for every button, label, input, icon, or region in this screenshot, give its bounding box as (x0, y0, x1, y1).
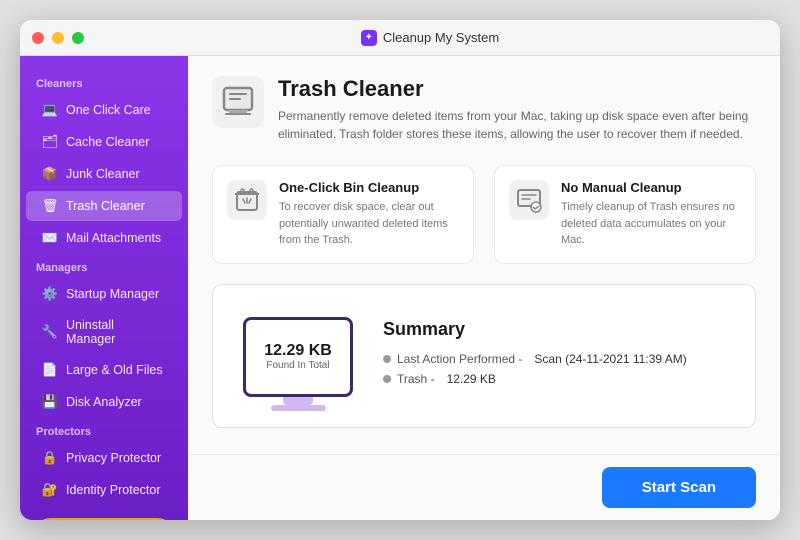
app-icon: ✦ (361, 30, 377, 46)
monitor-visual: 12.29 KB Found In Total (233, 301, 363, 411)
sidebar-item-identity-protector[interactable]: 🔐 Identity Protector (26, 475, 182, 505)
sidebar-item-uninstall-manager[interactable]: 🔧 Uninstall Manager (26, 311, 182, 353)
minimize-button[interactable] (52, 32, 64, 44)
sidebar: Cleaners 💻 One Click Care 🗂 Cache Cleane… (20, 56, 188, 520)
disk-analyzer-icon: 💾 (42, 394, 58, 410)
monitor-stand (283, 397, 313, 405)
summary-row-action: Last Action Performed - Scan (24-11-2021… (383, 352, 735, 366)
page-header-text: Trash Cleaner Permanently remove deleted… (278, 76, 756, 143)
feature1-desc: To recover disk space, clear out potenti… (279, 199, 459, 249)
sidebar-item-startup-manager[interactable]: ⚙️ Startup Manager (26, 279, 182, 309)
summary-info: Summary Last Action Performed - Scan (24… (383, 319, 735, 392)
feature-card-no-manual: No Manual Cleanup Timely cleanup of Tras… (494, 165, 756, 264)
sidebar-item-uninstall-manager-label: Uninstall Manager (66, 318, 166, 346)
sidebar-item-junk-cleaner[interactable]: 📦 Junk Cleaner (26, 159, 182, 189)
page-title: Trash Cleaner (278, 76, 756, 102)
sidebar-item-identity-protector-label: Identity Protector (66, 483, 161, 497)
maximize-button[interactable] (72, 32, 84, 44)
sidebar-item-trash-cleaner-label: Trash Cleaner (66, 199, 145, 213)
titlebar-title-container: ✦ Cleanup My System (92, 30, 768, 46)
sidebar-item-startup-manager-label: Startup Manager (66, 287, 159, 301)
cleaners-section-label: Cleaners (20, 70, 188, 94)
last-action-label: Last Action Performed - (383, 352, 522, 366)
sidebar-item-large-old-files-label: Large & Old Files (66, 363, 163, 377)
protectors-section-label: Protectors (20, 418, 188, 442)
monitor-screen: 12.29 KB Found In Total (243, 317, 353, 397)
start-scan-button[interactable]: Start Scan (602, 467, 756, 508)
unlock-full-version-button[interactable]: Unlock Full Version (34, 518, 174, 520)
close-button[interactable] (32, 32, 44, 44)
sidebar-item-mail-attachments[interactable]: ✉️ Mail Attachments (26, 223, 182, 253)
summary-row-trash: Trash - 12.29 KB (383, 372, 735, 386)
sidebar-item-cache-cleaner-label: Cache Cleaner (66, 135, 149, 149)
main-area: Trash Cleaner Permanently remove deleted… (188, 56, 780, 520)
startup-manager-icon: ⚙️ (42, 286, 58, 302)
trash-label: Trash - (383, 372, 435, 386)
feature-text-no-manual: No Manual Cleanup Timely cleanup of Tras… (561, 180, 741, 249)
privacy-protector-icon: 🔒 (42, 450, 58, 466)
found-label: Found In Total (266, 360, 329, 371)
main-footer: Start Scan (188, 454, 780, 520)
sidebar-item-privacy-protector-label: Privacy Protector (66, 451, 161, 465)
sidebar-item-cache-cleaner[interactable]: 🗂 Cache Cleaner (26, 127, 182, 157)
scan-info: Scan (24-11-2021 11:39 AM) (534, 352, 686, 366)
features-row: One-Click Bin Cleanup To recover disk sp… (212, 165, 756, 264)
titlebar: ✦ Cleanup My System (20, 20, 780, 56)
sidebar-item-disk-analyzer-label: Disk Analyzer (66, 395, 142, 409)
feature-card-one-click: One-Click Bin Cleanup To recover disk sp… (212, 165, 474, 264)
summary-title: Summary (383, 319, 735, 340)
sidebar-item-one-click-care-label: One Click Care (66, 103, 151, 117)
one-click-care-icon: 💻 (42, 102, 58, 118)
managers-section-label: Managers (20, 254, 188, 278)
titlebar-title-text: Cleanup My System (383, 30, 499, 45)
main-content: Trash Cleaner Permanently remove deleted… (188, 56, 780, 454)
trash-cleaner-icon: 🗑 (42, 198, 58, 214)
sidebar-item-mail-attachments-label: Mail Attachments (66, 231, 161, 245)
trash-size: 12.29 KB (447, 372, 496, 386)
sidebar-item-junk-cleaner-label: Junk Cleaner (66, 167, 140, 181)
feature-text-one-click: One-Click Bin Cleanup To recover disk sp… (279, 180, 459, 249)
mail-attachments-icon: ✉️ (42, 230, 58, 246)
identity-protector-icon: 🔐 (42, 482, 58, 498)
found-size: 12.29 KB (264, 342, 332, 360)
feature2-desc: Timely cleanup of Trash ensures no delet… (561, 199, 741, 249)
page-description: Permanently remove deleted items from yo… (278, 107, 756, 143)
feature2-title: No Manual Cleanup (561, 180, 741, 195)
large-old-files-icon: 📄 (42, 362, 58, 378)
junk-cleaner-icon: 📦 (42, 166, 58, 182)
feature1-title: One-Click Bin Cleanup (279, 180, 459, 195)
monitor-base (271, 405, 326, 411)
app-window: ✦ Cleanup My System Cleaners 💻 One Click… (20, 20, 780, 520)
sidebar-item-one-click-care[interactable]: 💻 One Click Care (26, 95, 182, 125)
feature-icon-bin (227, 180, 267, 220)
uninstall-manager-icon: 🔧 (42, 324, 58, 340)
cache-cleaner-icon: 🗂 (42, 134, 58, 150)
sidebar-item-large-old-files[interactable]: 📄 Large & Old Files (26, 355, 182, 385)
page-header: Trash Cleaner Permanently remove deleted… (212, 76, 756, 143)
sidebar-bottom: Unlock Full Version (20, 506, 188, 520)
page-header-icon (212, 76, 264, 128)
summary-card: 12.29 KB Found In Total Summary Last Act… (212, 284, 756, 428)
sidebar-item-privacy-protector[interactable]: 🔒 Privacy Protector (26, 443, 182, 473)
app-content: Cleaners 💻 One Click Care 🗂 Cache Cleane… (20, 56, 780, 520)
sidebar-item-disk-analyzer[interactable]: 💾 Disk Analyzer (26, 387, 182, 417)
feature-icon-no-manual (509, 180, 549, 220)
sidebar-item-trash-cleaner[interactable]: 🗑 Trash Cleaner (26, 191, 182, 221)
